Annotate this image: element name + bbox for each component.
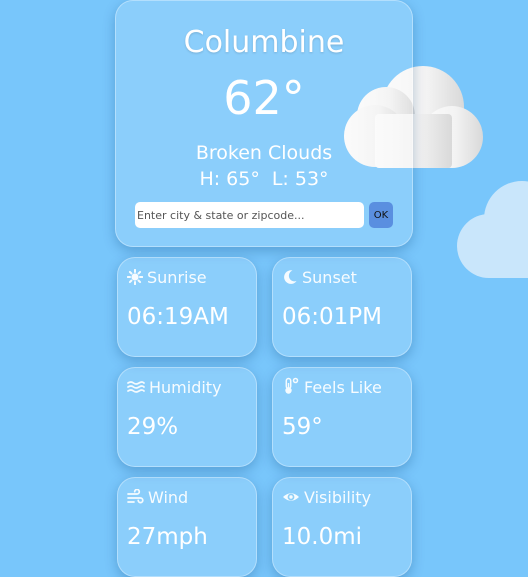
eye-icon	[283, 493, 299, 501]
sunset-tile: Sunset 06:01PM	[272, 257, 412, 357]
sun-icon	[126, 268, 144, 286]
moon-icon	[284, 270, 297, 284]
tile-label: Feels Like	[304, 378, 382, 397]
sunrise-tile: Sunrise 06:19AM	[117, 257, 257, 357]
current-temperature: 62°	[223, 71, 305, 125]
visibility-tile: Visibility 10.0mi	[272, 477, 412, 577]
search-ok-button[interactable]: OK	[369, 202, 393, 228]
tile-label: Humidity	[149, 378, 222, 397]
tile-label: Visibility	[304, 488, 372, 507]
tile-label: Sunrise	[147, 268, 207, 287]
cloud-icon	[457, 181, 528, 278]
sunrise-value: 06:19AM	[127, 304, 229, 330]
city-name: Columbine	[183, 25, 345, 60]
location-search-input[interactable]	[135, 202, 364, 228]
humidity-icon	[127, 381, 145, 393]
low-temp: L: 53°	[271, 168, 329, 190]
feels-like-value: 59°	[282, 414, 323, 440]
humidity-value: 29%	[127, 414, 179, 440]
wind-value: 27mph	[127, 524, 208, 550]
tile-label: Wind	[148, 488, 189, 507]
high-temp: H: 65°	[199, 168, 260, 190]
wind-icon	[127, 488, 144, 504]
sunset-value: 06:01PM	[282, 304, 382, 330]
high-low-temps: H: 65° L: 53°	[116, 167, 412, 191]
feels-like-tile: Feels Like 59°	[272, 367, 412, 467]
weather-description: Broken Clouds	[195, 142, 333, 164]
thermometer-icon	[285, 377, 299, 394]
humidity-tile: Humidity 29%	[117, 367, 257, 467]
visibility-value: 10.0mi	[282, 524, 363, 550]
wind-tile: Wind 27mph	[117, 477, 257, 577]
tile-label: Sunset	[302, 268, 357, 287]
current-weather-card: Columbine 62° Broken Clouds H: 65° L: 53°…	[115, 0, 413, 247]
